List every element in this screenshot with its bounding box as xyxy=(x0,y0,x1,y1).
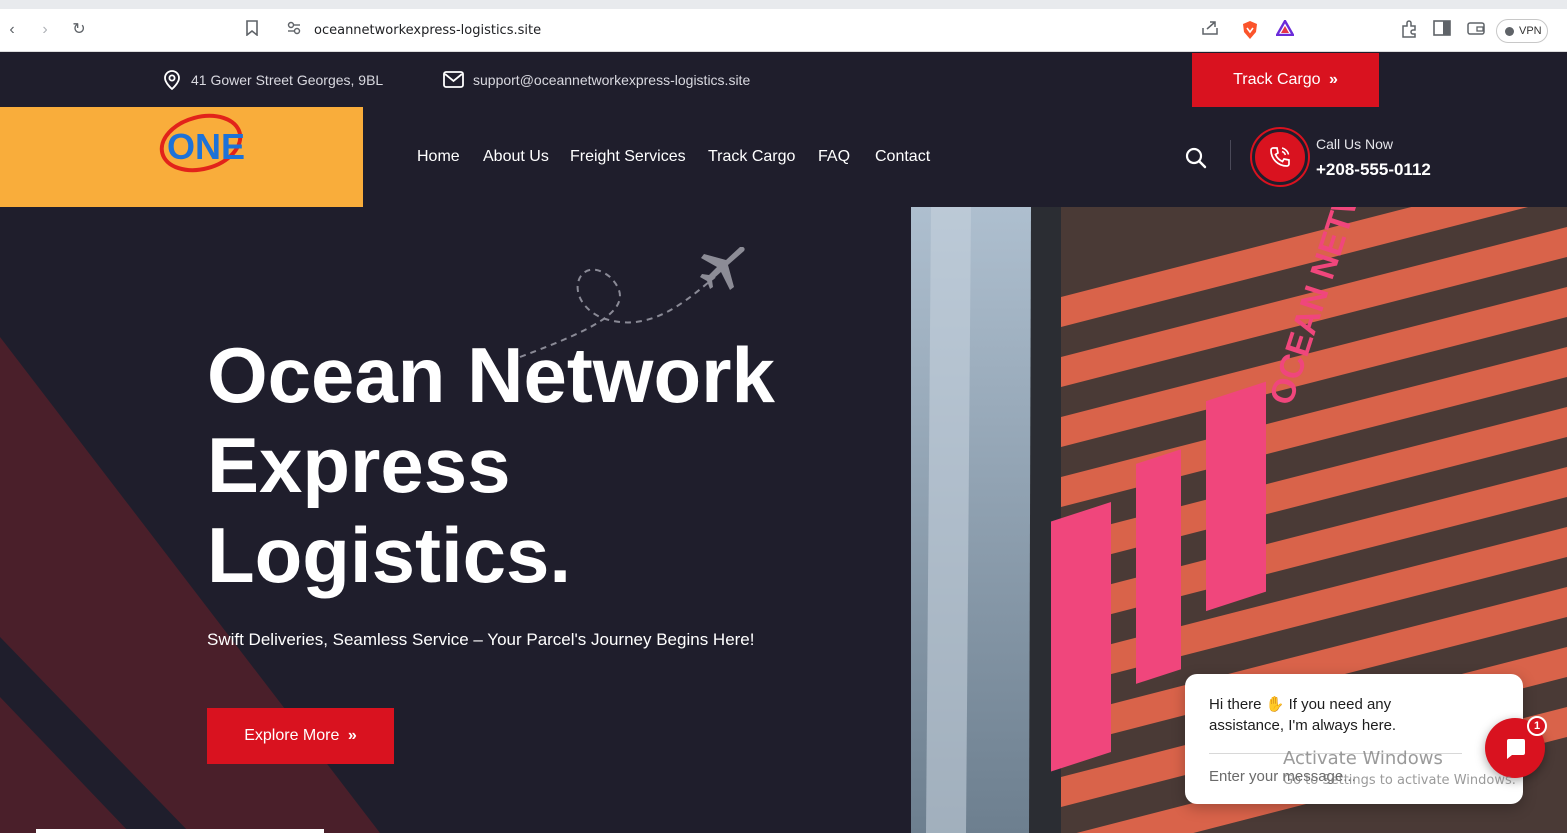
chat-bubble-icon xyxy=(1507,739,1525,759)
explore-more-label: Explore More xyxy=(244,727,340,744)
location-icon xyxy=(162,70,182,95)
site-settings-icon[interactable] xyxy=(284,21,304,41)
chat-message: Hi there ✋ If you need any assistance, I… xyxy=(1209,694,1469,736)
svg-text:ONE: ONE xyxy=(167,126,245,167)
nav-home[interactable]: Home xyxy=(417,148,460,166)
explore-more-button[interactable]: Explore More » xyxy=(207,708,394,764)
nav-faq[interactable]: FAQ xyxy=(818,148,850,166)
address-text: 41 Gower Street Georges, 9BL xyxy=(191,72,384,88)
hero-title: Ocean Network Express Logistics. xyxy=(207,330,887,600)
sidebar-icon[interactable] xyxy=(1432,20,1452,40)
share-icon[interactable] xyxy=(1200,20,1220,40)
activate-windows-title: Activate Windows xyxy=(1283,748,1443,769)
call-number[interactable]: +208-555-0112 xyxy=(1316,160,1431,180)
call-label: Call Us Now xyxy=(1316,136,1394,152)
extensions-icon[interactable] xyxy=(1399,20,1419,40)
url-text[interactable]: oceannetworkexpress-logistics.site xyxy=(314,23,541,38)
bookmark-icon[interactable] xyxy=(242,20,262,40)
nav-about-us[interactable]: About Us xyxy=(483,148,549,166)
double-chevron-right-icon: » xyxy=(1328,71,1338,88)
email-link[interactable]: support@oceannetworkexpress-logistics.si… xyxy=(473,72,750,88)
track-cargo-label: Track Cargo xyxy=(1233,71,1321,88)
chat-greeting: Hi there xyxy=(1209,696,1262,713)
brave-shield-icon[interactable] xyxy=(1240,20,1260,40)
nav-freight-services[interactable]: Freight Services xyxy=(570,148,686,166)
reload-icon[interactable]: ↻ xyxy=(69,20,89,40)
phone-icon xyxy=(1270,147,1290,167)
back-icon[interactable]: ‹ xyxy=(2,20,22,40)
bottom-section-edge xyxy=(36,829,324,833)
logo-area[interactable]: ONE xyxy=(0,107,363,207)
chat-notification-badge: 1 xyxy=(1527,716,1547,736)
site-logo[interactable]: ONE xyxy=(155,109,255,181)
hero-title-line-3: Logistics. xyxy=(207,511,572,599)
track-cargo-button[interactable]: Track Cargo » xyxy=(1192,53,1379,107)
forward-icon[interactable]: › xyxy=(35,20,55,40)
email-icon xyxy=(443,71,464,93)
hero-title-line-2: Express xyxy=(207,421,511,509)
vpn-button[interactable]: VPN xyxy=(1496,19,1548,43)
brave-rewards-icon[interactable] xyxy=(1274,18,1296,40)
search-icon[interactable] xyxy=(1185,147,1207,174)
wallet-icon[interactable] xyxy=(1466,20,1486,40)
nav-contact[interactable]: Contact xyxy=(875,148,930,166)
hero-title-line-1: Ocean Network xyxy=(207,331,775,419)
header-divider xyxy=(1230,140,1231,170)
hero-subtitle: Swift Deliveries, Seamless Service – You… xyxy=(207,630,755,649)
call-button[interactable] xyxy=(1252,129,1308,185)
double-chevron-right-icon: » xyxy=(347,727,357,744)
tab-strip xyxy=(0,0,1567,9)
activate-windows-subtitle: Go to Settings to activate Windows. xyxy=(1283,773,1516,788)
airplane-icon xyxy=(700,247,745,290)
waving-hand-icon: ✋ xyxy=(1265,696,1285,713)
nav-track-cargo[interactable]: Track Cargo xyxy=(708,148,795,166)
